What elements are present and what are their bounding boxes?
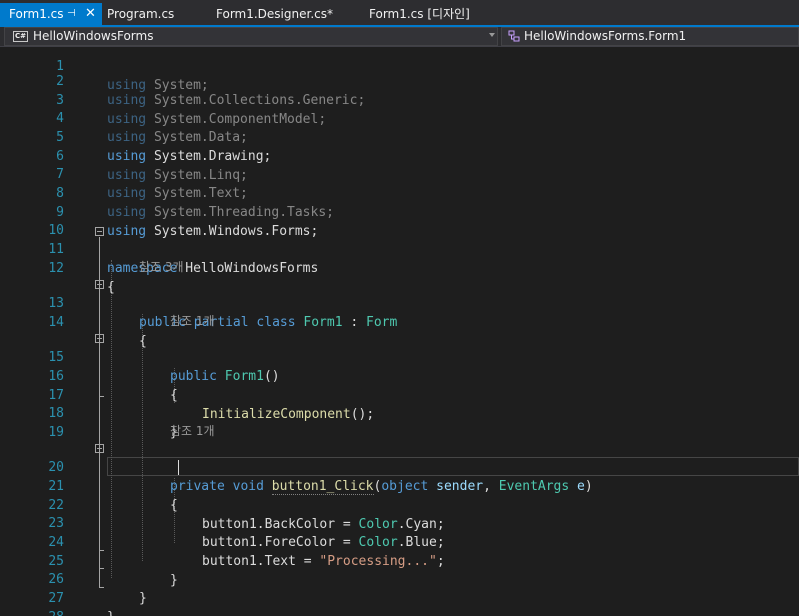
text-caret (178, 460, 179, 475)
tab-form1-design-view[interactable]: Form1.cs [디자인] (360, 3, 500, 25)
tab-label: Form1.Designer.cs* (216, 7, 333, 21)
codelens-references[interactable]: 참조 1개 (170, 422, 215, 440)
code-line: 8 using System.Threading.Tasks; (0, 165, 799, 220)
code-line: 17 InitializeComponent(); (0, 367, 799, 422)
code-line: 22 button1.BackColor = Color.Cyan; (0, 477, 799, 532)
navigation-bar: C# HelloWindowsForms HelloWindowsForms.F… (0, 27, 799, 47)
code-line: 2 using System.Collections.Generic; (0, 53, 799, 108)
code-line: 24 button1.Text = "Processing..."; (0, 514, 799, 569)
line-number: 28 (0, 608, 64, 616)
code-line: 4 using System.Data; (0, 90, 799, 145)
code-text: } (107, 608, 115, 616)
tab-form1-designer-cs[interactable]: Form1.Designer.cs* (210, 3, 360, 25)
code-line: 10 (0, 202, 799, 238)
code-line: 19 (0, 404, 799, 440)
code-line: 21 { (0, 458, 799, 513)
code-line: 5 using System.Drawing; (0, 109, 799, 164)
code-line: 20 private void button1_Click(object sen… (0, 439, 799, 495)
codelens-references[interactable]: 참조 3개 (139, 258, 184, 276)
tab-label: Form1.cs (9, 7, 64, 21)
tab-label: Program.cs (107, 7, 175, 21)
code-line: 18 } (0, 385, 799, 440)
project-dropdown[interactable]: C# HelloWindowsForms (4, 27, 498, 46)
close-icon[interactable]: ✕ (85, 3, 96, 25)
tab-label: Form1.cs [디자인] (369, 7, 470, 21)
chevron-down-icon (489, 33, 495, 37)
project-name: HelloWindowsForms (33, 29, 154, 43)
csharp-project-icon: C# (13, 31, 28, 42)
code-editor[interactable]: 1 using System; 2 using System.Collectio… (0, 47, 799, 616)
tab-form1-cs[interactable]: Form1.cs ⊣ ✕ (0, 3, 102, 25)
code-line: 9 using System.Windows.Forms; (0, 184, 799, 239)
code-line: 23 button1.ForeColor = Color.Blue; (0, 495, 799, 550)
code-line: 15 public Form1() (0, 329, 799, 384)
tab-program-cs[interactable]: Program.cs (102, 3, 210, 25)
code-line: 13 public partial class Form1 : Form (0, 275, 799, 330)
code-line: 28 (0, 589, 799, 616)
code-line: 27 } (0, 570, 799, 616)
pin-icon[interactable]: ⊣ (67, 3, 76, 25)
code-line: 25 } (0, 533, 799, 588)
class-name: HelloWindowsForms.Form1 (524, 29, 687, 43)
code-line: 11 namespace HelloWindowsForms (0, 221, 799, 276)
code-line: 6 using System.Linq; (0, 128, 799, 183)
code-line: 16 { (0, 348, 799, 403)
code-line: 7 using System.Text; (0, 146, 799, 201)
code-line: 3 using System.ComponentModel; (0, 72, 799, 127)
code-line: 26 } (0, 551, 799, 606)
code-line: 14 { (0, 294, 799, 349)
document-tab-bar: Form1.cs ⊣ ✕ Program.cs Form1.Designer.c… (0, 0, 799, 25)
codelens-references[interactable]: 참조 1개 (170, 312, 215, 330)
class-dropdown[interactable]: HelloWindowsForms.Form1 (501, 27, 799, 46)
class-icon (508, 30, 520, 42)
code-line: 12 { (0, 240, 799, 295)
